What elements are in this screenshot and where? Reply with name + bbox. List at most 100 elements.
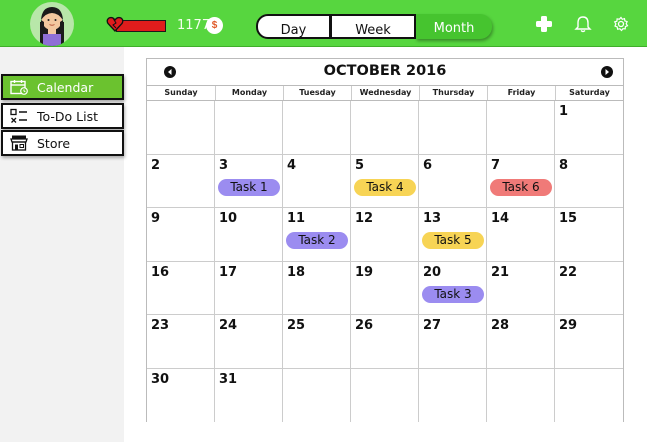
day-number: 27 <box>423 318 442 333</box>
day-cell[interactable]: 11 Task 2 <box>283 208 351 262</box>
day-cell[interactable]: 12 <box>351 208 419 262</box>
day-cell[interactable]: 15 <box>555 208 623 262</box>
day-cell[interactable]: 2 <box>147 154 215 208</box>
checklist-icon <box>9 107 29 125</box>
day-number: 13 <box>423 211 442 226</box>
task-chip[interactable]: Task 4 <box>354 178 416 196</box>
day-number: 10 <box>219 211 238 226</box>
calendar-icon <box>9 78 29 96</box>
day-cell[interactable]: 27 <box>419 315 487 369</box>
day-cell[interactable] <box>351 368 419 422</box>
day-cell[interactable] <box>351 101 419 155</box>
tab-week[interactable]: Week <box>330 14 416 39</box>
day-cell[interactable] <box>419 368 487 422</box>
view-tabs: Day Week Month <box>256 14 492 39</box>
day-number: 24 <box>219 318 238 333</box>
weekday-label: Monday <box>215 86 283 100</box>
day-cell[interactable]: 5 Task 4 <box>351 154 419 208</box>
day-number: 15 <box>559 211 578 226</box>
day-cell[interactable] <box>147 101 215 155</box>
day-cell[interactable]: 20 Task 3 <box>419 261 487 315</box>
day-cell[interactable]: 13 Task 5 <box>419 208 487 262</box>
day-number: 18 <box>287 264 306 280</box>
sidebar-item-store[interactable]: Store <box>1 130 124 156</box>
next-month-icon[interactable] <box>601 66 613 78</box>
day-cell[interactable] <box>283 101 351 155</box>
day-number: 26 <box>355 318 374 333</box>
day-cell[interactable]: 6 <box>419 154 487 208</box>
tab-month[interactable]: Month <box>416 14 492 39</box>
day-cell[interactable]: 23 <box>147 315 215 369</box>
sidebar-item-label: Calendar <box>37 79 94 95</box>
day-cell[interactable] <box>283 368 351 422</box>
day-cell[interactable]: 16 <box>147 261 215 315</box>
day-number: 29 <box>559 318 578 333</box>
day-number: 16 <box>151 264 170 280</box>
weekday-label: Wednesday <box>351 86 419 100</box>
day-cell[interactable]: 21 <box>487 261 555 315</box>
weekday-header: Sunday Monday Tuesday Wednesday Thursday Frid… <box>146 85 624 101</box>
day-cell[interactable]: 4 <box>283 154 351 208</box>
day-cell[interactable]: 17 <box>215 261 283 315</box>
bell-icon[interactable] <box>573 14 593 34</box>
add-icon[interactable] <box>534 14 554 34</box>
calendar-grid: 1 2 3 Task 1 4 5 Task 4 6 7 Task 6 8 9 10 11 Task 2 12 1… <box>146 101 624 422</box>
avatar[interactable] <box>30 2 74 46</box>
day-cell[interactable] <box>555 369 623 423</box>
day-cell[interactable] <box>487 101 555 155</box>
tab-day[interactable]: Day <box>256 14 331 39</box>
sidebar-item-todo[interactable]: To-Do List <box>1 103 124 129</box>
day-cell[interactable]: 14 <box>487 208 555 262</box>
day-cell[interactable]: 30 <box>147 368 215 422</box>
day-cell[interactable]: 22 <box>555 262 623 315</box>
sidebar-item-label: Store <box>37 135 71 151</box>
gear-icon[interactable] <box>611 14 631 34</box>
day-cell[interactable]: 24 <box>215 315 283 369</box>
day-cell[interactable]: 19 <box>351 261 419 315</box>
day-number: 5 <box>355 157 365 173</box>
day-number: 2 <box>151 157 161 173</box>
day-number: 21 <box>491 264 510 280</box>
day-cell[interactable]: 31 <box>215 368 283 422</box>
day-number: 8 <box>559 157 569 173</box>
day-cell[interactable] <box>215 101 283 155</box>
day-number: 31 <box>219 371 238 387</box>
day-cell[interactable]: 1 <box>555 101 623 155</box>
day-number: 28 <box>491 318 510 333</box>
day-number: 25 <box>287 318 306 333</box>
day-number: 6 <box>423 157 433 173</box>
day-number: 11 <box>287 211 306 226</box>
day-number: 9 <box>151 211 161 226</box>
day-number: 30 <box>151 371 170 387</box>
day-cell[interactable]: 10 <box>215 208 283 262</box>
day-cell[interactable]: 8 <box>555 155 623 208</box>
task-chip[interactable]: Task 2 <box>286 232 348 249</box>
top-bar: 1177 $ Day Week Month <box>0 0 647 47</box>
day-number: 19 <box>355 264 374 280</box>
day-number: 22 <box>559 264 578 280</box>
weekday-label: Sunday <box>164 88 198 97</box>
day-cell[interactable]: 26 <box>351 315 419 369</box>
day-number: 7 <box>491 157 501 173</box>
day-cell[interactable]: 29 <box>555 315 623 369</box>
day-cell[interactable]: 25 <box>283 315 351 369</box>
task-chip[interactable]: Task 1 <box>218 178 280 196</box>
day-cell[interactable] <box>487 368 555 422</box>
day-number: 14 <box>491 211 510 226</box>
day-cell[interactable]: 28 <box>487 315 555 369</box>
day-cell[interactable]: 7 Task 6 <box>487 154 555 208</box>
weekday-label: Tuesday <box>283 86 351 100</box>
sidebar-item-label: To-Do List <box>37 108 98 124</box>
task-chip[interactable]: Task 5 <box>422 232 484 249</box>
day-cell[interactable]: 3 Task 1 <box>215 154 283 208</box>
weekday-label: Friday <box>487 86 555 100</box>
weekday-label: Thursday <box>419 86 487 100</box>
day-cell[interactable]: 18 <box>283 261 351 315</box>
task-chip[interactable]: Task 3 <box>422 285 484 303</box>
month-title: OCTOBER 2016 <box>323 63 447 79</box>
sidebar-item-calendar[interactable]: Calendar <box>1 74 124 100</box>
task-chip[interactable]: Task 6 <box>490 178 552 196</box>
day-number: 12 <box>355 211 374 226</box>
day-cell[interactable]: 9 <box>147 208 215 262</box>
day-cell[interactable] <box>419 101 487 155</box>
